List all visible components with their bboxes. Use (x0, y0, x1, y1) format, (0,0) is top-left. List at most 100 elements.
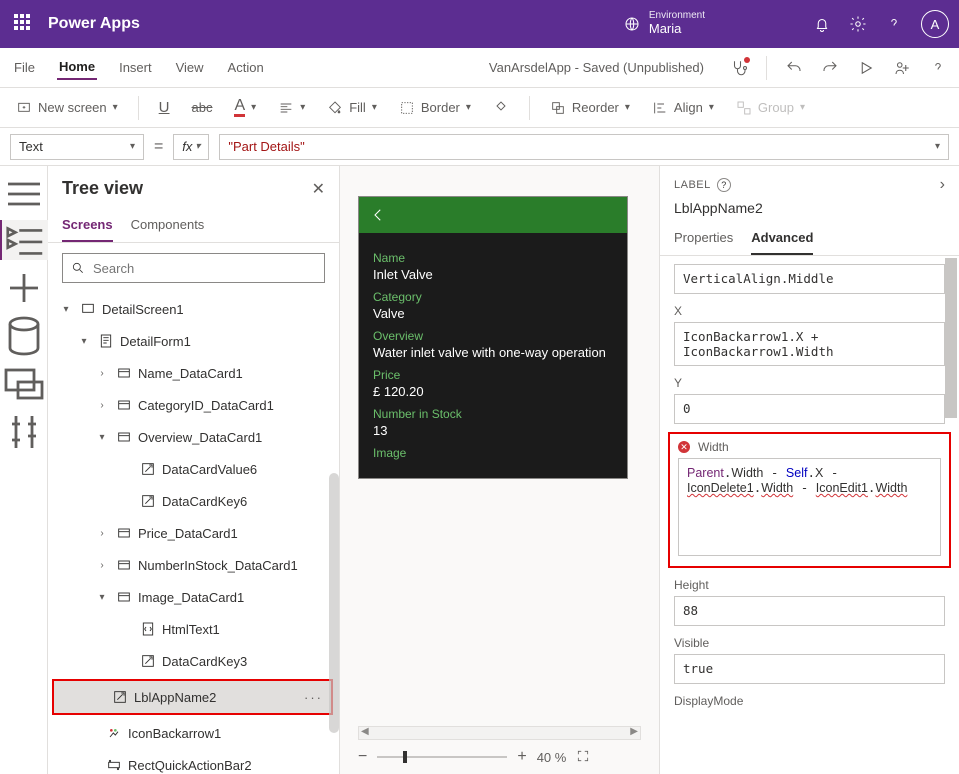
info-icon[interactable]: ? (717, 178, 731, 192)
height-input[interactable]: 88 (674, 596, 945, 626)
border-button[interactable]: Border▾ (393, 96, 477, 120)
control-category: LABEL (674, 179, 711, 191)
node-detailscreen1[interactable]: ▾DetailScreen1 (48, 293, 339, 325)
node-datacardkey6[interactable]: DataCardKey6 (48, 485, 339, 517)
environment-icon[interactable] (623, 15, 641, 33)
bell-icon[interactable] (813, 15, 831, 33)
menu-home[interactable]: Home (57, 55, 97, 80)
tab-advanced[interactable]: Advanced (751, 224, 813, 255)
tree-scrollbar[interactable] (329, 473, 339, 733)
gear-icon[interactable] (849, 15, 867, 33)
width-highlight-box: ✕Width Parent.Width - Self.X - IconDelet… (668, 432, 951, 568)
strikethrough-button[interactable]: abc (186, 96, 219, 119)
avatar[interactable]: A (921, 10, 949, 38)
zoom-in-icon[interactable]: + (517, 748, 526, 766)
props-scrollbar[interactable] (945, 258, 957, 418)
document-status: VanArsdelApp - Saved (Unpublished) (489, 60, 704, 75)
field-overview-label: Overview (373, 329, 613, 343)
y-label: Y (674, 376, 945, 390)
node-category-datacard[interactable]: ›CategoryID_DataCard1 (48, 389, 339, 421)
field-category-label: Category (373, 290, 613, 304)
environment-name[interactable]: Maria (649, 21, 705, 37)
hamburger-icon[interactable] (0, 176, 48, 212)
align-text-button[interactable]: ▾ (272, 96, 311, 120)
tab-components[interactable]: Components (131, 211, 205, 242)
tree-title: Tree view (62, 178, 143, 199)
app-header: Power Apps Environment Maria A (0, 0, 959, 48)
align-button[interactable]: Align▾ (646, 96, 720, 120)
field-name-label: Name (373, 251, 613, 265)
field-stock-label: Number in Stock (373, 407, 613, 421)
node-htmltext1[interactable]: HtmlText1 (48, 613, 339, 645)
menu-file[interactable]: File (12, 56, 37, 79)
formula-input[interactable]: "Part Details"▾ (219, 134, 949, 160)
node-overview-datacard[interactable]: ▾Overview_DataCard1 (48, 421, 339, 453)
height-label: Height (674, 578, 945, 592)
node-name-datacard[interactable]: ›Name_DataCard1 (48, 357, 339, 389)
node-rectquickactionbar2[interactable]: RectQuickActionBar2 (48, 749, 339, 774)
property-selector[interactable]: Text▾ (10, 134, 144, 160)
waffle-icon[interactable] (14, 14, 34, 34)
app-preview[interactable]: Name Inlet Valve Category Valve Overview… (358, 196, 628, 479)
zoom-out-icon[interactable]: − (358, 748, 367, 766)
font-color-button[interactable]: A▾ (228, 94, 262, 121)
tab-properties[interactable]: Properties (674, 224, 733, 255)
undo-icon[interactable] (785, 59, 803, 77)
back-arrow-icon[interactable] (369, 206, 387, 224)
insert-rail-icon[interactable] (0, 268, 48, 308)
node-detailform1[interactable]: ▾DetailForm1 (48, 325, 339, 357)
field-name-value: Inlet Valve (373, 267, 613, 282)
node-stock-datacard[interactable]: ›NumberInStock_DataCard1 (48, 549, 339, 581)
expand-icon[interactable]: › (940, 176, 945, 194)
error-icon: ✕ (678, 441, 690, 453)
node-iconbackarrow1[interactable]: IconBackarrow1 (48, 717, 339, 749)
node-image-datacard[interactable]: ▾Image_DataCard1 (48, 581, 339, 613)
search-input[interactable] (93, 261, 316, 276)
preview-header (359, 197, 627, 233)
node-lblappname2[interactable]: LblAppName2··· (54, 681, 331, 713)
visible-input[interactable]: true (674, 654, 945, 684)
redo-icon[interactable] (821, 59, 839, 77)
stethoscope-icon[interactable] (730, 59, 748, 77)
tree-search[interactable] (62, 253, 325, 283)
field-image-label: Image (373, 446, 613, 460)
canvas-area: Name Inlet Valve Category Valve Overview… (340, 166, 659, 774)
width-input[interactable]: Parent.Width - Self.X - IconDelete1.Widt… (678, 458, 941, 556)
media-rail-icon[interactable] (0, 364, 48, 404)
ribbon: New screen▾ U abc A▾ ▾ Fill▾ Border▾ Reo… (0, 88, 959, 128)
menu-view[interactable]: View (174, 56, 206, 79)
displaymode-label: DisplayMode (674, 694, 945, 708)
y-input[interactable]: 0 (674, 394, 945, 424)
menu-action[interactable]: Action (226, 56, 266, 79)
node-price-datacard[interactable]: ›Price_DataCard1 (48, 517, 339, 549)
field-category-value: Valve (373, 306, 613, 321)
menu-insert[interactable]: Insert (117, 56, 154, 79)
verticalalign-input[interactable]: VerticalAlign.Middle (674, 264, 945, 294)
product-title: Power Apps (48, 15, 140, 33)
share-icon[interactable] (893, 59, 911, 77)
node-datacardvalue6[interactable]: DataCardValue6 (48, 453, 339, 485)
reorder-button[interactable]: Reorder▾ (544, 96, 636, 120)
fill-button[interactable]: Fill▾ (321, 96, 383, 120)
play-icon[interactable] (857, 59, 875, 77)
zoom-slider[interactable] (377, 756, 507, 758)
new-screen-button[interactable]: New screen▾ (10, 96, 124, 120)
help-menu-icon[interactable] (929, 59, 947, 77)
canvas-horizontal-scrollbar[interactable] (358, 726, 641, 740)
tools-rail-icon[interactable] (0, 412, 48, 452)
fit-icon[interactable] (576, 749, 590, 766)
format-painter-icon[interactable] (487, 96, 515, 120)
tree-view-rail-icon[interactable] (0, 220, 48, 260)
underline-button[interactable]: U (153, 95, 176, 120)
close-icon[interactable]: ✕ (312, 179, 325, 199)
equals-sign: = (154, 138, 163, 156)
node-datacardkey3[interactable]: DataCardKey3 (48, 645, 339, 677)
more-icon[interactable]: ··· (304, 690, 323, 705)
x-input[interactable]: IconBackarrow1.X + IconBackarrow1.Width (674, 322, 945, 366)
selected-control-name: LblAppName2 (660, 198, 959, 224)
data-rail-icon[interactable] (0, 316, 48, 356)
fx-button[interactable]: fx▾ (173, 134, 209, 160)
tab-screens[interactable]: Screens (62, 211, 113, 242)
environment-label: Environment (649, 11, 705, 21)
help-icon[interactable] (885, 15, 903, 33)
